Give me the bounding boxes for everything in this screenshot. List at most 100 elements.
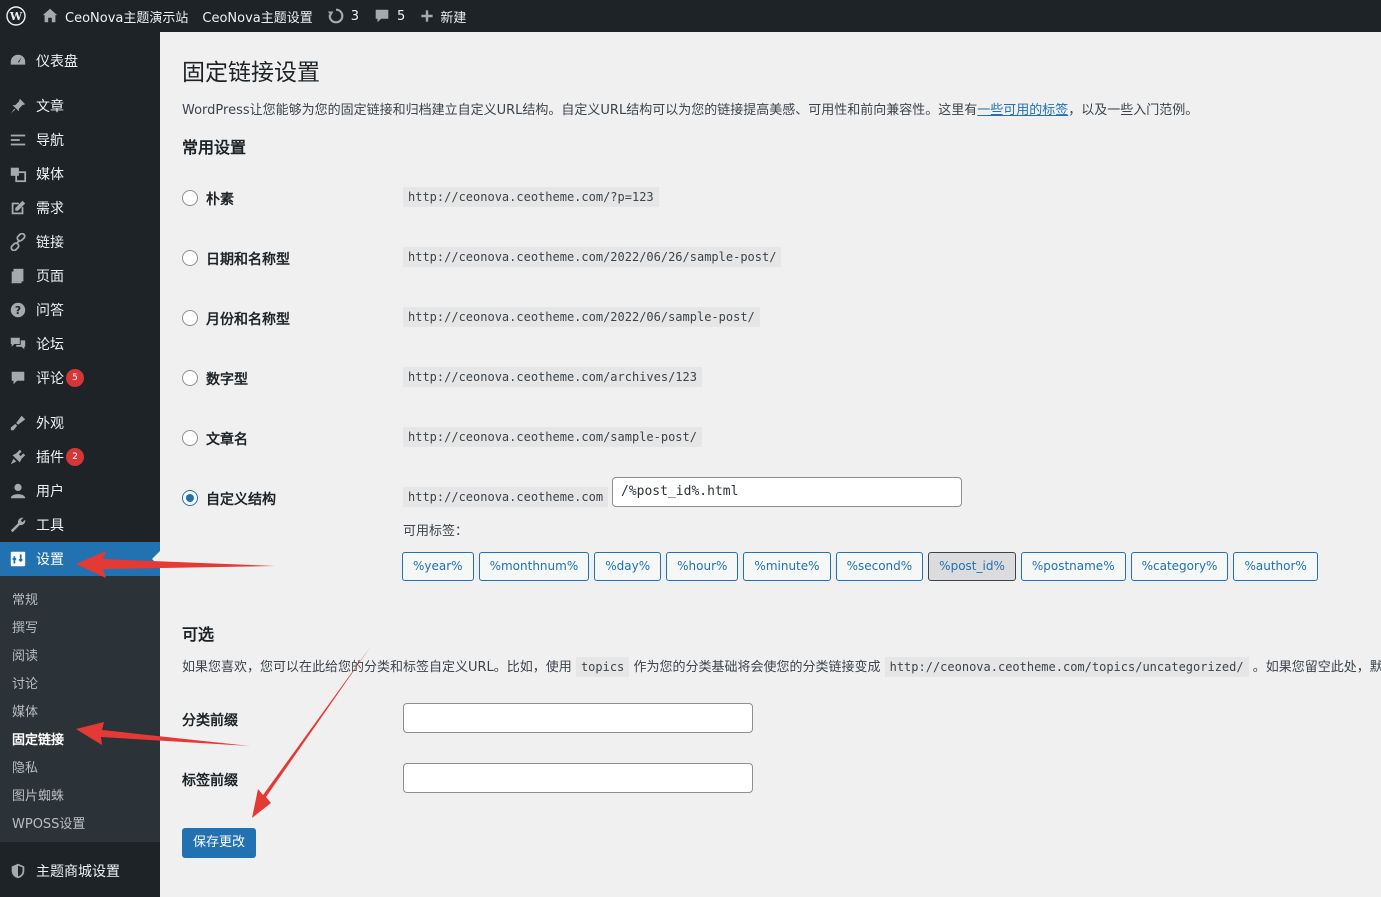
sidebar-item-appearance[interactable]: 外观	[0, 406, 160, 440]
sidebar-item-users[interactable]: 用户	[0, 474, 160, 508]
new-label: 新建	[440, 10, 467, 26]
sidebar-item-forum[interactable]: 论坛	[0, 327, 160, 361]
option-custom-structure[interactable]: 自定义结构 http://ceonova.ceotheme.com /%post…	[182, 477, 1381, 513]
sidebar-item-label: 仪表盘	[36, 54, 78, 70]
optional-desc-part: 。如果您留空此处，默认值	[1252, 660, 1381, 675]
comment-icon	[0, 369, 36, 387]
available-tags-link[interactable]: 一些可用的标签	[977, 103, 1068, 118]
optional-code-topics: topics	[575, 657, 630, 677]
submenu-item-discussion[interactable]: 讨论	[12, 673, 38, 692]
comments-badge: 5	[66, 369, 84, 387]
tag-button-minute[interactable]: %minute%	[743, 552, 831, 581]
user-icon	[0, 482, 36, 500]
submenu-item-permalinks[interactable]: 固定链接	[12, 729, 64, 748]
option-example: http://ceonova.ceotheme.com/2022/06/26/s…	[403, 247, 782, 267]
option-numeric[interactable]: 数字型 http://ceonova.ceotheme.com/archives…	[182, 363, 1381, 393]
sidebar-item-qa[interactable]: ? 问答	[0, 293, 160, 327]
forum-icon	[0, 335, 36, 353]
sidebar-item-navigation[interactable]: 导航	[0, 123, 160, 157]
radio-plain[interactable]	[182, 190, 198, 206]
tag-base-input[interactable]	[403, 763, 753, 793]
optional-description: 如果您喜欢，您可以在此给您的分类和标签自定义URL。比如，使用 topics 作…	[182, 656, 1381, 677]
plugins-badge: 2	[66, 448, 84, 466]
sidebar-item-label: 设置	[36, 552, 64, 568]
sidebar-item-theme-store[interactable]: 主题商城设置	[0, 854, 160, 888]
sidebar-item-media[interactable]: 媒体	[0, 157, 160, 191]
common-settings-title: 常用设置	[182, 138, 247, 157]
option-example: http://ceonova.ceotheme.com/sample-post/	[403, 427, 702, 447]
submenu-item-privacy[interactable]: 隐私	[12, 757, 38, 776]
dashboard-icon	[0, 52, 36, 70]
sidebar-item-pages[interactable]: 页面	[0, 259, 160, 293]
tag-button-day[interactable]: %day%	[594, 552, 662, 581]
sidebar-item-tools[interactable]: 工具	[0, 508, 160, 542]
site-name-link[interactable]: CeoNova主题演示站	[34, 0, 195, 32]
sidebar-item-label: 问答	[36, 303, 64, 319]
sidebar-item-plugins[interactable]: 插件 2	[0, 440, 160, 474]
submenu-item-media[interactable]: 媒体	[12, 701, 38, 720]
theme-settings-link[interactable]: CeoNova主题设置	[195, 0, 319, 32]
category-base-input[interactable]	[403, 703, 753, 733]
pushpin-icon	[0, 97, 36, 115]
intro-text: WordPress让您能够为您的固定链接和归档建立自定义URL结构。自定义URL…	[182, 99, 1198, 118]
tag-button-monthnum[interactable]: %monthnum%	[478, 552, 590, 581]
submenu-item-image-spider[interactable]: 图片蜘蛛	[12, 785, 64, 804]
appearance-icon	[0, 414, 36, 432]
tag-button-year[interactable]: %year%	[402, 552, 474, 581]
sidebar-item-label: 需求	[36, 201, 64, 217]
submenu-item-reading[interactable]: 阅读	[12, 645, 38, 664]
admin-sidebar: 仪表盘 文章 导航 媒体 需求 链接 页面 ? 问答 论坛 评论 5 外观 插件…	[0, 32, 160, 897]
radio-custom-structure[interactable]	[182, 490, 198, 506]
option-post-name[interactable]: 文章名 http://ceonova.ceotheme.com/sample-p…	[182, 423, 1381, 453]
sidebar-item-label: 文章	[36, 99, 64, 115]
sidebar-item-label: 评论	[36, 371, 64, 387]
radio-month-name[interactable]	[182, 310, 198, 326]
option-label: 月份和名称型	[206, 312, 290, 328]
option-plain[interactable]: 朴素 http://ceonova.ceotheme.com/?p=123	[182, 183, 1381, 213]
updates-link[interactable]: 3	[320, 0, 366, 32]
plus-icon	[421, 10, 433, 22]
sidebar-item-requests[interactable]: 需求	[0, 191, 160, 225]
shield-icon	[0, 862, 36, 880]
sidebar-item-dashboard[interactable]: 仪表盘	[0, 44, 160, 78]
custom-structure-input[interactable]: /%post_id%.html	[612, 477, 962, 507]
sidebar-item-label: 论坛	[36, 337, 64, 353]
comments-link[interactable]: 5	[366, 0, 412, 32]
option-day-name[interactable]: 日期和名称型 http://ceonova.ceotheme.com/2022/…	[182, 243, 1381, 273]
tag-button-hour[interactable]: %hour%	[666, 552, 739, 581]
comments-count: 5	[397, 8, 406, 24]
edit-icon	[0, 199, 36, 217]
home-icon	[42, 8, 58, 23]
radio-post-name[interactable]	[182, 430, 198, 446]
option-label: 数字型	[206, 372, 248, 388]
sidebar-item-label: 页面	[36, 269, 64, 285]
wordpress-logo-icon[interactable]: W	[0, 0, 34, 32]
radio-numeric[interactable]	[182, 370, 198, 386]
option-month-name[interactable]: 月份和名称型 http://ceonova.ceotheme.com/2022/…	[182, 303, 1381, 333]
option-label: 自定义结构	[206, 492, 276, 508]
tag-button-second[interactable]: %second%	[835, 552, 924, 581]
theme-settings-label: CeoNova主题设置	[202, 10, 313, 26]
sidebar-item-posts[interactable]: 文章	[0, 89, 160, 123]
submenu-item-writing[interactable]: 撰写	[12, 617, 38, 636]
tag-button-author[interactable]: %author%	[1233, 552, 1318, 581]
submenu-item-wposs[interactable]: WPOSS设置	[12, 813, 85, 832]
option-example: http://ceonova.ceotheme.com	[403, 487, 609, 507]
radio-day-name[interactable]	[182, 250, 198, 266]
sidebar-item-label: 用户	[36, 484, 64, 500]
new-content-link[interactable]: 新建	[412, 0, 473, 32]
sidebar-item-label: 工具	[36, 518, 64, 534]
tag-button-post-id[interactable]: %post_id%	[928, 552, 1016, 581]
menu-lines-icon	[0, 131, 36, 149]
settings-submenu: 常规 撰写 阅读 讨论 媒体 固定链接 隐私 图片蜘蛛 WPOSS设置	[0, 576, 160, 842]
submenu-item-general[interactable]: 常规	[12, 589, 38, 608]
sidebar-item-links[interactable]: 链接	[0, 225, 160, 259]
optional-desc-part: 作为您的分类基础将会使您的分类链接变成	[633, 660, 881, 675]
save-changes-button[interactable]: 保存更改	[182, 828, 257, 858]
sidebar-item-label: 链接	[36, 235, 64, 251]
sidebar-item-settings[interactable]: 设置	[0, 542, 160, 576]
sidebar-item-comments[interactable]: 评论 5	[0, 361, 160, 395]
plugin-icon	[0, 448, 36, 466]
tag-button-category[interactable]: %category%	[1130, 552, 1229, 581]
tag-button-postname[interactable]: %postname%	[1020, 552, 1126, 581]
